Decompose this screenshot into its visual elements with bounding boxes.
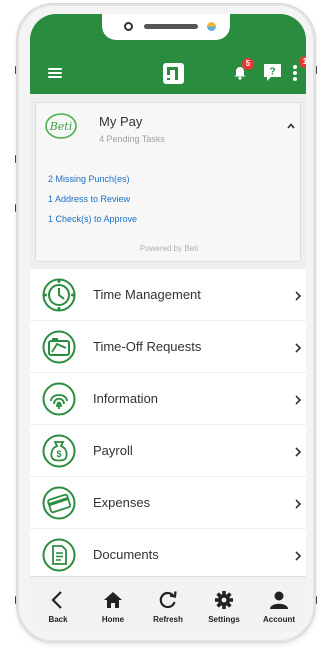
- clock-icon: [42, 278, 76, 312]
- missing-punches-link[interactable]: 2 Missing Punch(es): [48, 174, 130, 184]
- menu-label: Time-Off Requests: [93, 339, 202, 354]
- menu-label: Expenses: [93, 495, 151, 510]
- nav-home-button[interactable]: Home: [85, 577, 141, 634]
- menu-item-time-off-requests[interactable]: Time-Off Requests: [30, 321, 306, 373]
- svg-text:Beti: Beti: [49, 120, 73, 133]
- menu-item-expenses[interactable]: Expenses: [30, 477, 306, 529]
- nav-back-button[interactable]: Back: [30, 577, 86, 634]
- menu-label: Documents: [93, 547, 159, 562]
- back-icon: [51, 591, 62, 609]
- menu-label: Time Management: [93, 287, 201, 302]
- document-icon: [42, 538, 76, 572]
- chevron-right-icon: [295, 447, 302, 457]
- menu-label: Information: [93, 391, 159, 406]
- nav-label: Home: [101, 615, 125, 624]
- home-icon: [104, 592, 122, 608]
- refresh-icon: [159, 591, 177, 609]
- phone-notch: [102, 14, 230, 40]
- app-logo-icon: [163, 63, 184, 84]
- my-pay-card: Beti My Pay 4 Pending Tasks 2 Missing Pu…: [35, 102, 301, 262]
- time-off-icon: [42, 330, 76, 364]
- check-approve-link[interactable]: 1 Check(s) to Approve: [48, 214, 137, 224]
- money-bag-icon: $: [42, 434, 76, 468]
- nav-refresh-button[interactable]: Refresh: [140, 577, 196, 634]
- svg-text:?: ?: [269, 67, 275, 78]
- nav-label: Refresh: [153, 615, 183, 624]
- help-icon[interactable]: ?: [263, 63, 282, 82]
- pending-tasks-count: 4 Pending Tasks: [99, 134, 165, 144]
- svg-text:$: $: [56, 449, 61, 459]
- menu-item-documents[interactable]: Documents: [30, 529, 306, 581]
- gear-icon: [215, 591, 233, 609]
- powered-by-text: Powered by Beti: [139, 244, 199, 253]
- main-menu: Time Management Time-Off Requests Inform…: [30, 269, 306, 581]
- bottom-navigation: Back Home Refresh Settings Account: [30, 576, 306, 634]
- kebab-menu-icon[interactable]: [292, 65, 298, 81]
- address-review-link[interactable]: 1 Address to Review: [48, 194, 130, 204]
- menu-item-information[interactable]: Information: [30, 373, 306, 425]
- nav-account-button[interactable]: Account: [251, 577, 306, 634]
- chevron-up-icon[interactable]: [287, 122, 295, 130]
- credit-card-icon: [42, 486, 76, 520]
- menu-label: Payroll: [93, 443, 133, 458]
- chevron-right-icon: [295, 343, 302, 353]
- phone-frame: 5 ? 1 Beti My Pay 4 Pending Tasks: [17, 4, 315, 642]
- hamburger-menu-icon[interactable]: [48, 68, 62, 78]
- notification-badge: 5: [242, 58, 254, 70]
- chevron-right-icon: [295, 291, 302, 301]
- menu-item-payroll[interactable]: $ Payroll: [30, 425, 306, 477]
- app-header: 5 ? 1: [30, 14, 306, 94]
- my-pay-section: Beti My Pay 4 Pending Tasks 2 Missing Pu…: [30, 94, 306, 269]
- menu-item-time-management[interactable]: Time Management: [30, 269, 306, 321]
- chevron-right-icon: [295, 551, 302, 561]
- account-icon: [270, 591, 288, 609]
- nav-label: Account: [263, 615, 295, 624]
- nav-label: Settings: [208, 615, 240, 624]
- more-badge: 1: [299, 56, 306, 68]
- chevron-right-icon: [295, 499, 302, 509]
- fingerprint-icon: [42, 382, 76, 416]
- nav-settings-button[interactable]: Settings: [196, 577, 252, 634]
- nav-label: Back: [48, 615, 68, 624]
- chevron-right-icon: [295, 395, 302, 405]
- app-screen: 5 ? 1 Beti My Pay 4 Pending Tasks: [30, 14, 306, 634]
- my-pay-title: My Pay: [99, 114, 143, 129]
- beti-logo: Beti: [45, 113, 77, 139]
